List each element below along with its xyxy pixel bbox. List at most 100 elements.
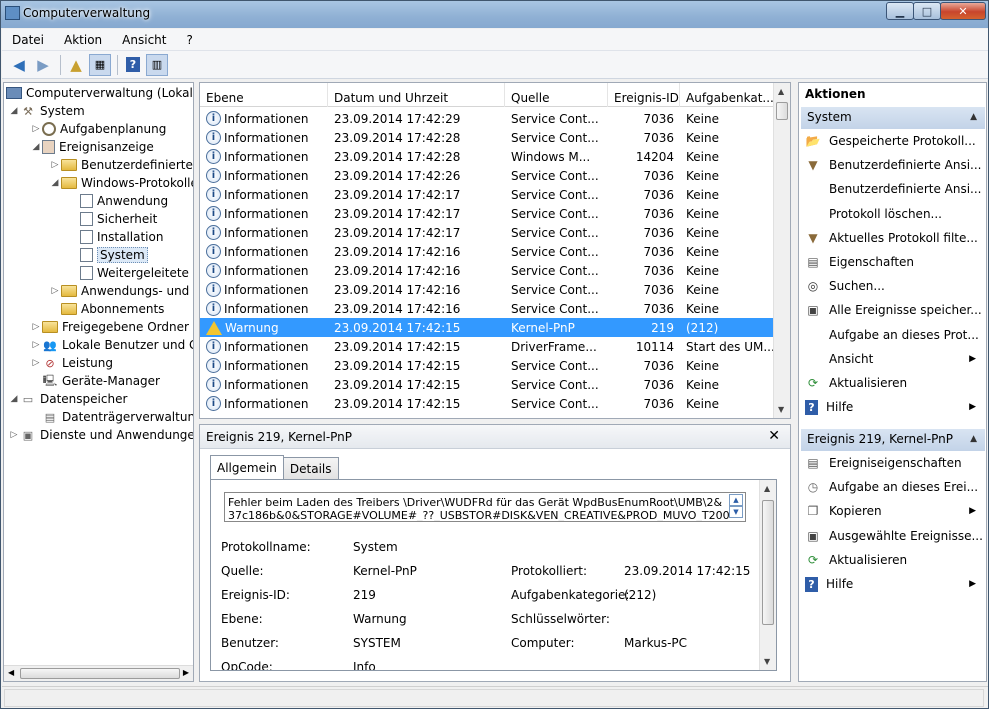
collapse-arrow-icon[interactable]: ◢: [8, 106, 20, 116]
tree-item-datentraegerverwaltung[interactable]: ▤ Datenträgerverwaltung: [42, 408, 193, 426]
scroll-down-icon[interactable]: ▼: [764, 657, 770, 666]
field-value[interactable]: Kernel-PnP: [353, 564, 417, 578]
table-row[interactable]: i Informationen 23.09.2014 17:42:15 Service…: [200, 394, 775, 413]
tree-item-ereignisanzeige[interactable]: ◢ Ereignisanzeige: [30, 138, 154, 156]
action-item[interactable]: ? Hilfe ▶: [799, 574, 986, 594]
tree-item-freigegebene-ordner[interactable]: ▷ Freigegebene Ordner: [30, 318, 189, 336]
action-item[interactable]: ❐ Kopieren ▶: [799, 501, 986, 521]
action-item[interactable]: ⟳ Aktualisieren: [799, 550, 986, 570]
action-item[interactable]: Aufgabe an dieses Prot...: [799, 325, 986, 345]
action-item[interactable]: ▤ Eigenschaften: [799, 252, 986, 272]
tree-item-system-log[interactable]: System: [80, 246, 148, 264]
action-item[interactable]: Protokoll löschen...: [799, 204, 986, 224]
field-value[interactable]: 219: [353, 588, 376, 602]
tree-item-benutzerdefinierte-ansichten[interactable]: ▷ Benutzerdefinierte Ansichten: [49, 156, 193, 174]
menu-datei[interactable]: Datei: [2, 33, 54, 47]
event-list-vertical-scrollbar[interactable]: ▲ ▼: [773, 83, 790, 418]
message-scrollbar[interactable]: ▲ ▼: [729, 494, 743, 520]
close-icon[interactable]: ✕: [768, 428, 780, 444]
tree-item-dienste-und-anwendungen[interactable]: ▷ ▣ Dienste und Anwendungen: [8, 426, 193, 444]
tree-item-computerverwaltung[interactable]: Computerverwaltung (Lokal): [6, 84, 193, 102]
action-item[interactable]: ? Hilfe ▶: [799, 397, 986, 417]
expand-arrow-icon[interactable]: ▷: [49, 160, 61, 170]
table-row[interactable]: i Informationen 23.09.2014 17:42:15 Service…: [200, 356, 775, 375]
table-row[interactable]: i Informationen 23.09.2014 17:42:17 Service…: [200, 223, 775, 242]
action-item[interactable]: ◷ Aufgabe an dieses Erei...: [799, 477, 986, 497]
tree-horizontal-scrollbar[interactable]: ◀ ▶: [4, 665, 193, 681]
tree-item-system[interactable]: ◢ ⚒ System: [8, 102, 85, 120]
table-row[interactable]: i Informationen 23.09.2014 17:42:15 Service…: [200, 375, 775, 394]
menu-help[interactable]: ?: [176, 33, 202, 47]
menu-ansicht[interactable]: Ansicht: [112, 33, 176, 47]
tree-item-aufgabenplanung[interactable]: ▷ Aufgabenplanung: [30, 120, 166, 138]
action-item[interactable]: ⟳ Aktualisieren: [799, 373, 986, 393]
tab-allgemein[interactable]: Allgemein: [210, 455, 284, 479]
action-item[interactable]: Benutzerdefinierte Ansi...: [799, 179, 986, 199]
scroll-up-icon[interactable]: ▲: [778, 87, 784, 96]
table-row[interactable]: i Informationen 23.09.2014 17:42:28 Windows…: [200, 147, 775, 166]
scrollbar-thumb[interactable]: [20, 668, 180, 679]
actions-section-event[interactable]: Ereignis 219, Kernel-PnP ▲: [801, 429, 985, 451]
help-button[interactable]: ?: [122, 54, 144, 76]
actions-section-system[interactable]: System ▲: [801, 107, 985, 129]
column-header-datum[interactable]: Datum und Uhrzeit: [328, 83, 505, 107]
tree-item-sicherheit[interactable]: Sicherheit: [80, 210, 157, 228]
field-value[interactable]: Warnung: [353, 612, 407, 626]
maximize-button[interactable]: □: [913, 2, 941, 20]
tree-item-datenspeicher[interactable]: ◢ ▭ Datenspeicher: [8, 390, 128, 408]
field-value[interactable]: Info: [353, 660, 376, 670]
tree-item-lokale-benutzer[interactable]: ▷ 👥 Lokale Benutzer und Gruppen: [30, 336, 193, 354]
scroll-right-icon[interactable]: ▶: [183, 668, 189, 677]
action-item[interactable]: ▣ Alle Ereignisse speicher...: [799, 300, 986, 320]
scroll-down-icon[interactable]: ▼: [778, 405, 784, 414]
menu-aktion[interactable]: Aktion: [54, 33, 112, 47]
table-row[interactable]: i Informationen 23.09.2014 17:42:28 Service…: [200, 128, 775, 147]
collapse-triangle-icon[interactable]: ▲: [970, 112, 977, 122]
scroll-up-icon[interactable]: ▲: [729, 494, 743, 506]
table-row[interactable]: i Informationen 23.09.2014 17:42:16 Service…: [200, 242, 775, 261]
tree-item-windows-protokolle[interactable]: ◢ Windows-Protokolle: [49, 174, 193, 192]
tree-item-leistung[interactable]: ▷ ⊘ Leistung: [30, 354, 113, 372]
expand-arrow-icon[interactable]: ▷: [30, 340, 42, 350]
field-value[interactable]: System: [353, 540, 398, 554]
expand-arrow-icon[interactable]: ▷: [30, 358, 42, 368]
table-row[interactable]: i Informationen 23.09.2014 17:42:17 Service…: [200, 185, 775, 204]
table-row[interactable]: i Informationen 23.09.2014 17:42:17 Service…: [200, 204, 775, 223]
tree-item-weitergeleitete-ereignisse[interactable]: Weitergeleitete Ereignisse: [80, 264, 193, 282]
table-row[interactable]: i Informationen 23.09.2014 17:42:26 Service…: [200, 166, 775, 185]
action-item[interactable]: ◎ Suchen...: [799, 276, 986, 296]
scroll-up-icon[interactable]: ▲: [764, 484, 770, 493]
action-item[interactable]: ▼ Benutzerdefinierte Ansi...: [799, 155, 986, 175]
scrollbar-thumb[interactable]: [776, 102, 788, 120]
event-message-box[interactable]: Fehler beim Laden des Treibers \Driver\W…: [224, 492, 746, 522]
expand-arrow-icon[interactable]: ▷: [30, 322, 42, 332]
table-row[interactable]: i Informationen 23.09.2014 17:42:16 Service…: [200, 280, 775, 299]
forward-button[interactable]: ▶: [32, 54, 54, 76]
column-header-quelle[interactable]: Quelle: [505, 83, 608, 107]
detail-vertical-scrollbar[interactable]: ▲ ▼: [759, 480, 776, 670]
scrollbar-thumb[interactable]: [762, 500, 774, 625]
expand-arrow-icon[interactable]: ▷: [49, 286, 61, 296]
tree-item-anwendungs-und-dienstprotokolle[interactable]: ▷ Anwendungs- und Dienstprotokolle: [49, 282, 193, 300]
action-item[interactable]: Ansicht ▶: [799, 349, 986, 369]
minimize-button[interactable]: ▁: [886, 2, 914, 20]
table-row[interactable]: i Informationen 23.09.2014 17:42:29 Service…: [200, 109, 775, 128]
tree-item-anwendung[interactable]: Anwendung: [80, 192, 168, 210]
tree-item-geraete-manager[interactable]: 🖳 Geräte-Manager: [42, 372, 160, 390]
action-item[interactable]: ▤ Ereigniseigenschaften: [799, 453, 986, 473]
table-row[interactable]: Warnung 23.09.2014 17:42:15 Kernel-PnP 219 (…: [200, 318, 775, 337]
field-value[interactable]: (212): [624, 588, 656, 602]
back-button[interactable]: ◀: [8, 54, 30, 76]
table-row[interactable]: i Informationen 23.09.2014 17:42:15 DriverF…: [200, 337, 775, 356]
action-item[interactable]: ▼ Aktuelles Protokoll filte...: [799, 228, 986, 248]
scroll-left-icon[interactable]: ◀: [8, 668, 14, 677]
close-button[interactable]: ✕: [940, 2, 986, 20]
field-value[interactable]: Markus-PC: [624, 636, 687, 650]
column-header-aufgabenkategorie[interactable]: Aufgabenkat...: [680, 83, 775, 107]
column-header-ebene[interactable]: Ebene: [200, 83, 328, 107]
field-value[interactable]: SYSTEM: [353, 636, 401, 650]
action-item[interactable]: ▣ Ausgewählte Ereignisse...: [799, 526, 986, 546]
collapse-arrow-icon[interactable]: ◢: [30, 142, 42, 152]
up-folder-button[interactable]: ▲: [65, 54, 87, 76]
show-hide-actions-button[interactable]: ▥: [146, 53, 168, 76]
